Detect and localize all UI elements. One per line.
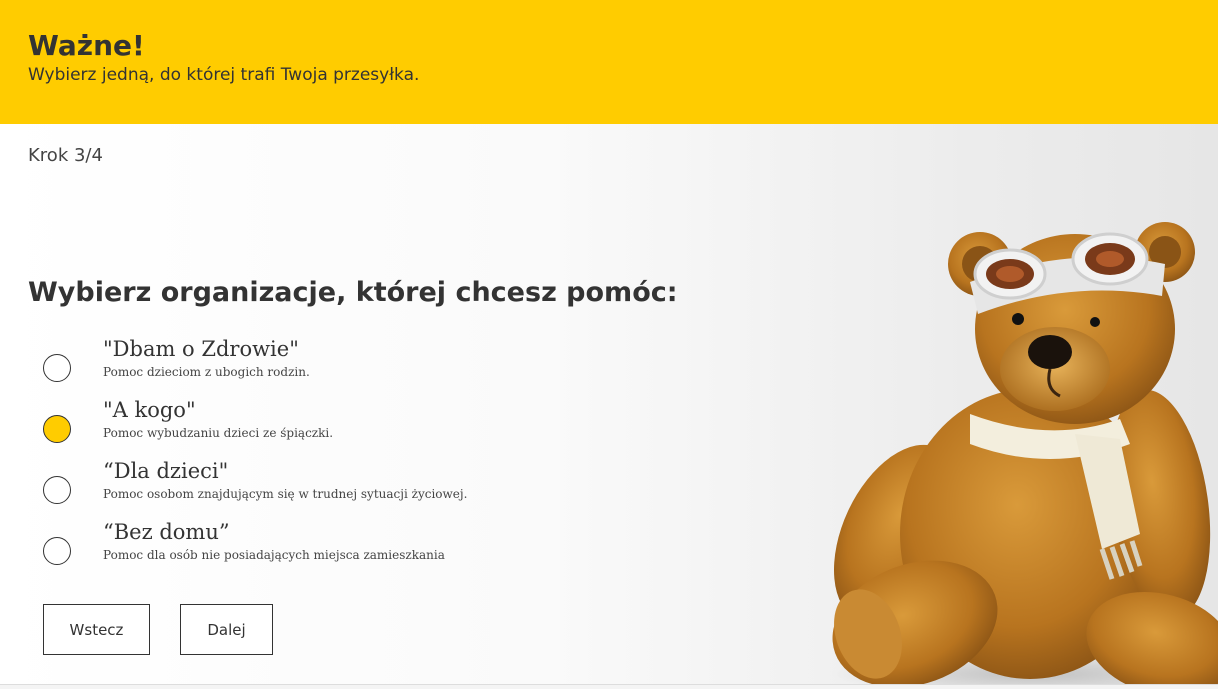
option-description: Pomoc wybudzaniu dzieci ze śpiączki. — [103, 426, 334, 440]
option-title: "A kogo" — [103, 398, 196, 422]
option-title: “Bez domu” — [103, 520, 230, 544]
banner-subtitle: Wybierz jedną, do której trafi Twoja prz… — [28, 65, 420, 85]
question-heading: Wybierz organizacje, której chcesz pomóc… — [28, 277, 678, 308]
banner-title: Ważne! — [28, 29, 145, 62]
radio-selected-icon[interactable] — [43, 415, 71, 443]
option-bez-domu[interactable]: “Bez domu” Pomoc dla osób nie posiadając… — [43, 520, 513, 590]
main-content: Krok 3/4 Wybierz organizacje, której chc… — [0, 124, 1218, 688]
important-banner: Ważne! Wybierz jedną, do której trafi Tw… — [0, 0, 1218, 124]
option-title: "Dbam o Zdrowie" — [103, 337, 299, 361]
option-description: Pomoc dla osób nie posiadających miejsca… — [103, 548, 445, 562]
radio-unselected-icon[interactable] — [43, 354, 71, 382]
bottom-strip — [0, 684, 1218, 689]
option-description: Pomoc osobom znajdującym się w trudnej s… — [103, 487, 468, 501]
back-button[interactable]: Wstecz — [43, 604, 150, 655]
radio-unselected-icon[interactable] — [43, 476, 71, 504]
step-indicator: Krok 3/4 — [28, 145, 103, 166]
radio-unselected-icon[interactable] — [43, 537, 71, 565]
teddy-bear-image — [830, 222, 1218, 688]
option-description: Pomoc dzieciom z ubogich rodzin. — [103, 365, 310, 379]
next-button[interactable]: Dalej — [180, 604, 273, 655]
option-title: “Dla dzieci" — [103, 459, 229, 483]
